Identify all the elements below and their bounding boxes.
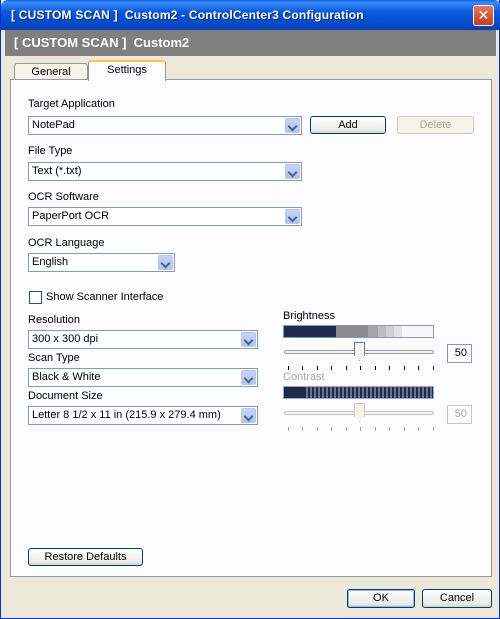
file-type-label: File Type bbox=[28, 145, 73, 157]
close-icon: ✕ bbox=[477, 7, 490, 23]
ocr-software-select[interactable]: PaperPort OCR bbox=[28, 207, 302, 226]
window-title: [ CUSTOM SCAN ] Custom2 - ControlCenter3… bbox=[11, 8, 364, 22]
file-type-select[interactable]: Text (*.txt) bbox=[28, 162, 302, 181]
contrast-gradient-bar bbox=[283, 386, 434, 399]
brightness-gradient-bar bbox=[283, 325, 434, 338]
restore-defaults-label: Restore Defaults bbox=[44, 551, 127, 563]
scan-type-value: Black & White bbox=[32, 371, 101, 383]
ocr-software-value: PaperPort OCR bbox=[32, 210, 110, 222]
resolution-value: 300 x 300 dpi bbox=[32, 333, 99, 345]
chevron-down-icon[interactable] bbox=[285, 164, 300, 179]
ocr-language-select[interactable]: English bbox=[28, 253, 175, 272]
brightness-value-field[interactable]: 50 bbox=[447, 344, 472, 363]
contrast-slider-thumb bbox=[354, 403, 365, 422]
section-divider bbox=[28, 283, 473, 284]
brightness-label: Brightness bbox=[283, 310, 335, 322]
brightness-slider-thumb[interactable] bbox=[354, 342, 365, 361]
document-size-label: Document Size bbox=[28, 390, 103, 402]
resolution-label: Resolution bbox=[28, 314, 80, 326]
show-scanner-interface-checkbox[interactable] bbox=[29, 291, 42, 304]
dialog-window: [ CUSTOM SCAN ] Custom2 - ControlCenter3… bbox=[0, 0, 500, 619]
ok-button-label: OK bbox=[373, 592, 389, 604]
show-scanner-interface-label[interactable]: Show Scanner Interface bbox=[46, 291, 163, 303]
target-application-label: Target Application bbox=[28, 98, 115, 110]
settings-panel: Target Application NotePad Add Delete Fi… bbox=[10, 79, 492, 577]
document-size-value: Letter 8 1/2 x 11 in (215.9 x 279.4 mm) bbox=[32, 409, 221, 421]
cancel-button[interactable]: Cancel bbox=[422, 589, 492, 608]
file-type-value: Text (*.txt) bbox=[32, 165, 82, 177]
bottom-divider bbox=[28, 536, 473, 537]
tab-general-label: General bbox=[31, 66, 71, 78]
scan-type-select[interactable]: Black & White bbox=[28, 368, 258, 387]
resolution-select[interactable]: 300 x 300 dpi bbox=[28, 330, 258, 349]
contrast-slider-ticks bbox=[288, 427, 434, 432]
add-button[interactable]: Add bbox=[310, 116, 386, 134]
header-title: [ CUSTOM SCAN ] Custom2 bbox=[14, 35, 190, 50]
close-button[interactable]: ✕ bbox=[473, 5, 494, 26]
ok-button[interactable]: OK bbox=[347, 589, 415, 608]
header-banner: [ CUSTOM SCAN ] Custom2 bbox=[5, 30, 496, 56]
ocr-software-label: OCR Software bbox=[28, 191, 99, 203]
contrast-label: Contrast bbox=[283, 371, 325, 383]
add-button-label: Add bbox=[338, 119, 358, 131]
chevron-down-icon[interactable] bbox=[241, 370, 256, 385]
chevron-down-icon[interactable] bbox=[241, 408, 256, 423]
target-application-select[interactable]: NotePad bbox=[28, 116, 302, 135]
tab-settings-label: Settings bbox=[107, 64, 147, 76]
document-size-select[interactable]: Letter 8 1/2 x 11 in (215.9 x 279.4 mm) bbox=[28, 406, 258, 425]
chevron-down-icon[interactable] bbox=[285, 209, 300, 224]
target-application-value: NotePad bbox=[32, 119, 75, 131]
restore-defaults-button[interactable]: Restore Defaults bbox=[28, 548, 143, 566]
delete-button[interactable]: Delete bbox=[397, 116, 474, 134]
scan-type-label: Scan Type bbox=[28, 352, 80, 364]
chevron-down-icon[interactable] bbox=[241, 332, 256, 347]
cancel-button-label: Cancel bbox=[439, 592, 475, 604]
delete-button-label: Delete bbox=[419, 119, 452, 131]
ocr-language-label: OCR Language bbox=[28, 237, 105, 249]
title-bar[interactable]: [ CUSTOM SCAN ] Custom2 - ControlCenter3… bbox=[1, 0, 500, 30]
chevron-down-icon[interactable] bbox=[285, 118, 300, 133]
chevron-down-icon[interactable] bbox=[158, 255, 173, 270]
tab-settings[interactable]: Settings bbox=[88, 60, 166, 81]
contrast-value-field: 50 bbox=[447, 405, 472, 424]
ocr-language-value: English bbox=[32, 256, 69, 268]
